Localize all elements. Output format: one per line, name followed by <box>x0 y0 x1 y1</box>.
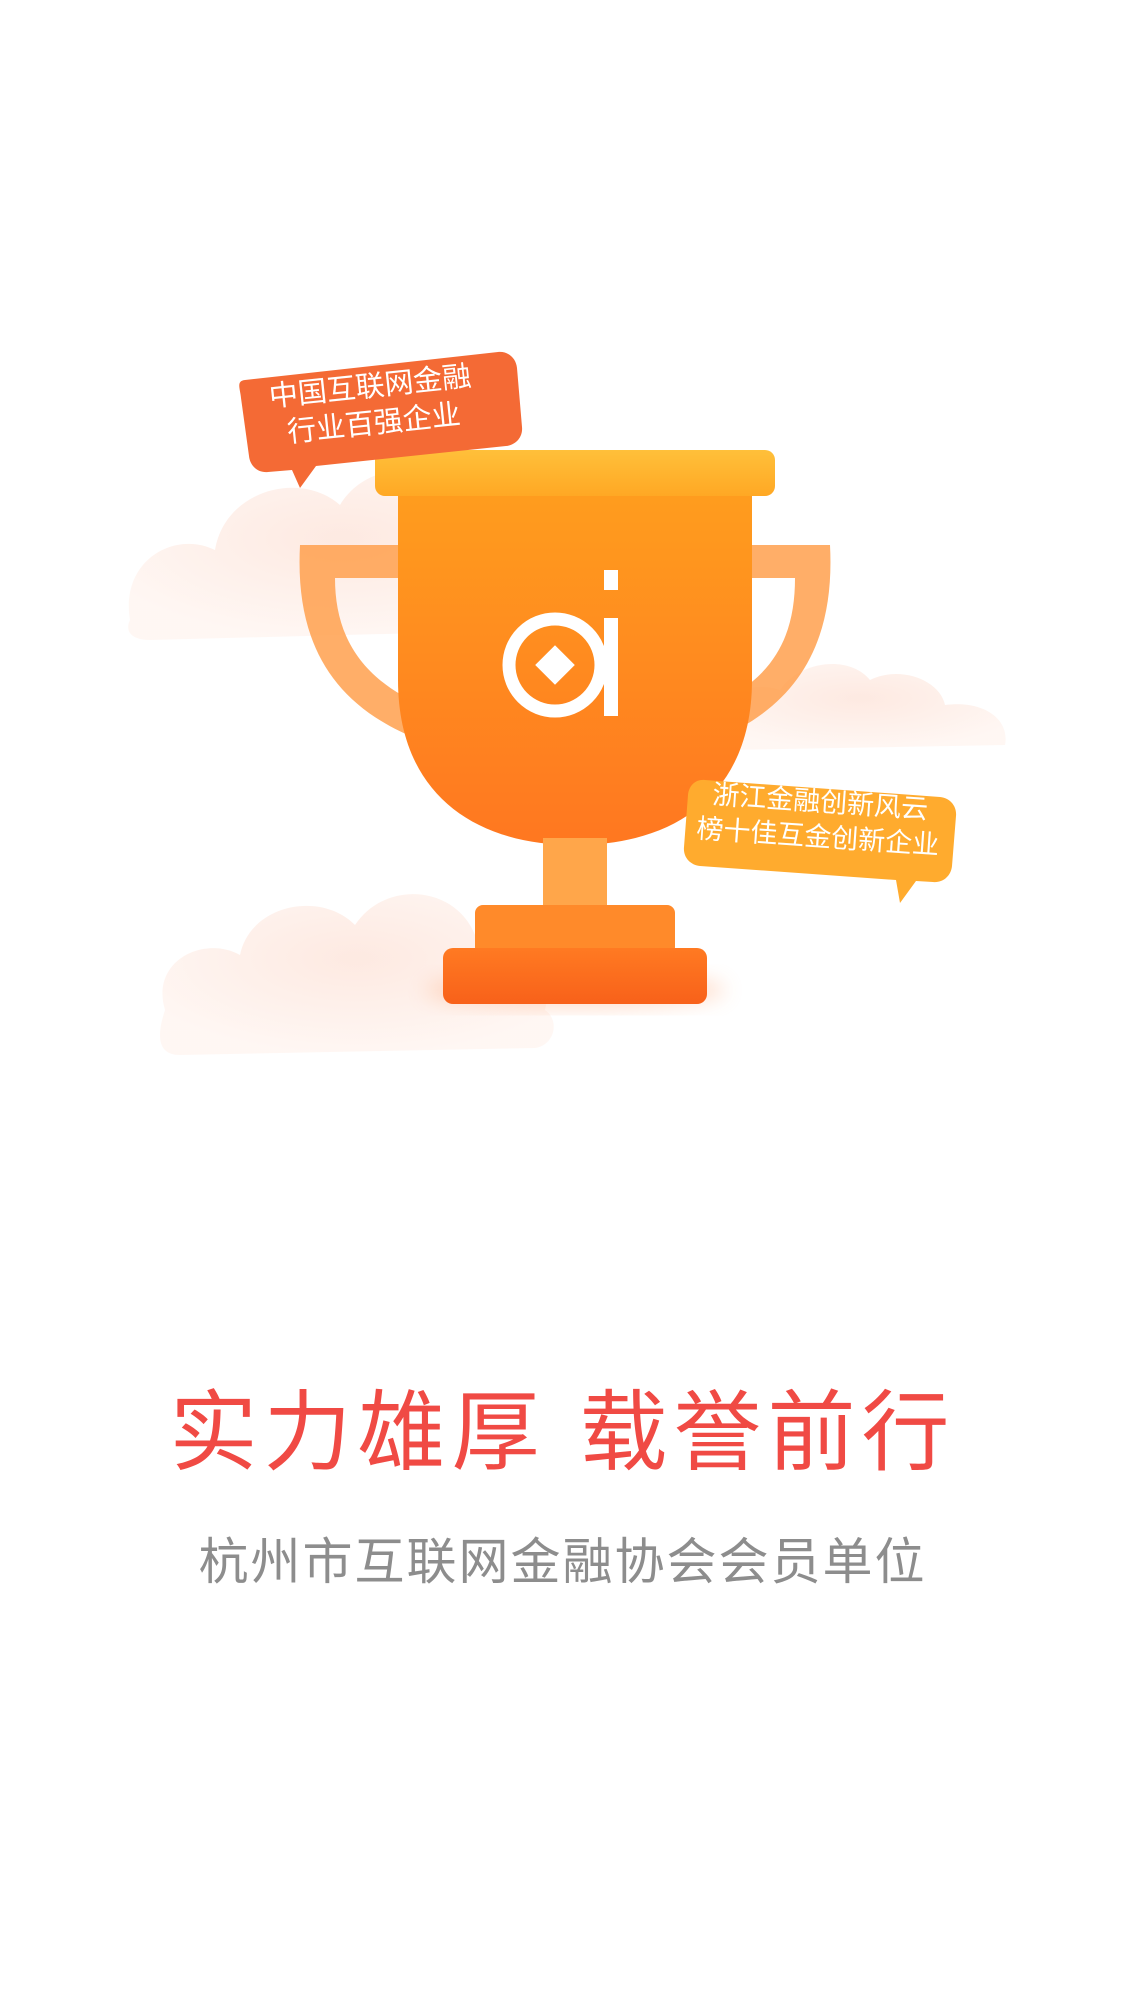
membership-subtitle: 杭州市互联网金融协会会员单位 <box>198 1533 927 1591</box>
splash-screen: 中国互联网金融 行业百强企业 浙江金融创新风云 榜十佳互金创新企业 实力雄厚 载… <box>0 0 1125 2001</box>
trophy-base-top <box>475 905 675 955</box>
headline-slogan: 实力雄厚 载誉前行 <box>169 1381 956 1484</box>
trophy-rim <box>375 450 775 496</box>
trophy-base-bottom <box>443 948 707 1004</box>
trophy-illustration <box>128 351 1006 1055</box>
trophy-stem <box>543 838 607 908</box>
